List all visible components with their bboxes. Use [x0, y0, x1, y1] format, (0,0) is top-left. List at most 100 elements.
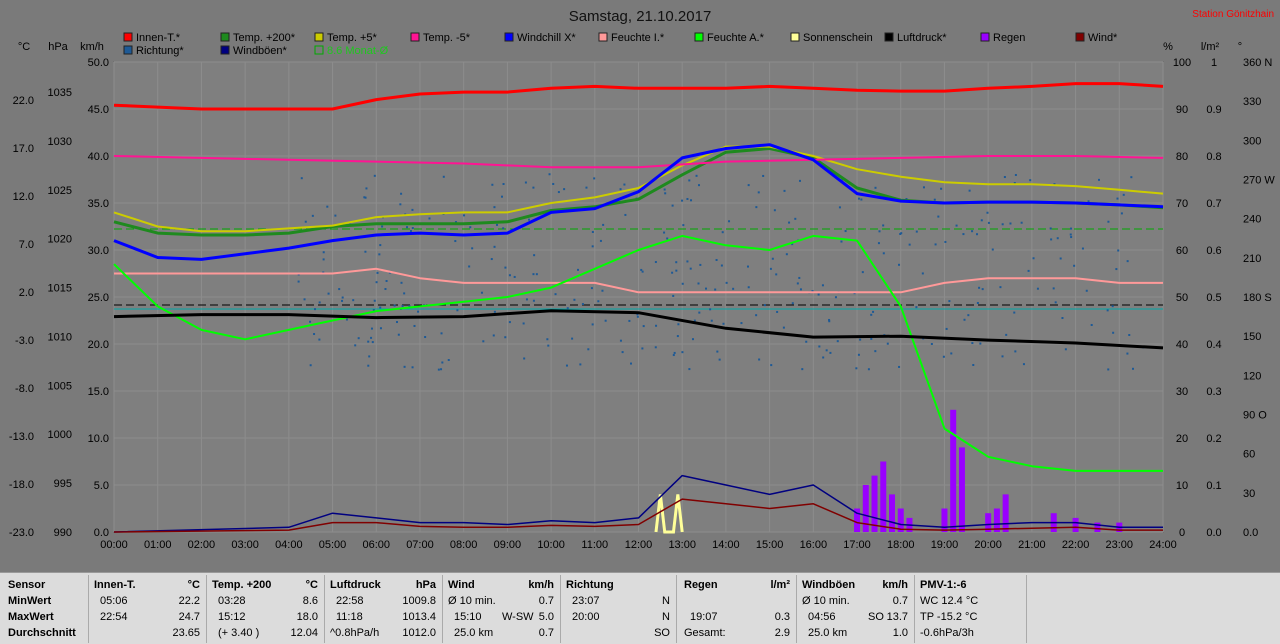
- direction-point: [755, 206, 758, 209]
- direction-point: [490, 258, 493, 261]
- humidity-tick-label: 10: [1176, 480, 1188, 492]
- direction-point: [676, 335, 679, 338]
- direction-point: [364, 250, 367, 253]
- direction-point: [493, 310, 496, 313]
- direction-point: [400, 192, 403, 195]
- direction-point: [686, 260, 689, 263]
- direction-point: [986, 211, 989, 214]
- direction-point: [1116, 197, 1119, 200]
- direction-point: [937, 215, 940, 218]
- legend-label: Innen-T.*: [136, 32, 181, 44]
- direction-point: [950, 352, 953, 355]
- stats-boeen-unit: km/h: [882, 579, 908, 591]
- stats-temp200-max-val: 18.0: [296, 611, 318, 623]
- legend-swatch: [123, 45, 133, 55]
- direction-point: [535, 273, 538, 276]
- direction-tick-label: 60: [1243, 449, 1255, 461]
- direction-point: [821, 284, 824, 287]
- direction-point: [836, 340, 839, 343]
- direction-point: [672, 354, 675, 357]
- stats-pmv-trend: -0.6hPa/3h: [920, 627, 974, 639]
- direction-point: [944, 240, 947, 243]
- legend-label: Temp. +5*: [327, 32, 378, 44]
- direction-point: [437, 368, 440, 371]
- direction-point: [757, 191, 760, 194]
- wind-tick-label: 50.0: [88, 57, 109, 69]
- stats-wind-km: 25.0 km: [454, 627, 494, 639]
- pressure-tick-label: 990: [54, 527, 72, 539]
- direction-point: [688, 179, 691, 182]
- direction-point: [334, 214, 337, 217]
- direction-point: [979, 342, 982, 345]
- unit-celsius: °C: [18, 41, 30, 53]
- stats-pmv-tp: TP -15.2 °C: [920, 611, 978, 623]
- direction-point: [1128, 334, 1131, 337]
- stats-boeen-km: 25.0 km: [808, 627, 848, 639]
- direction-point: [921, 272, 924, 275]
- stats-innen-min-time: 05:06: [100, 595, 128, 607]
- stats-luftdruck-header: Luftdruck: [330, 579, 381, 591]
- pressure-tick-label: 1005: [48, 380, 72, 392]
- pressure-tick-label: 1015: [48, 283, 72, 295]
- direction-point: [922, 186, 925, 189]
- humidity-tick-label: 30: [1176, 386, 1188, 398]
- direction-point: [628, 319, 631, 322]
- direction-point: [601, 289, 604, 292]
- pressure-tick-label: 1020: [48, 234, 72, 246]
- direction-point: [672, 294, 675, 297]
- direction-point: [411, 208, 414, 211]
- direction-point: [1014, 173, 1017, 176]
- x-tick-label: 04:00: [275, 539, 303, 551]
- chart-title: Samstag, 21.10.2017: [569, 8, 712, 25]
- direction-point: [716, 350, 719, 353]
- direction-point: [978, 286, 981, 289]
- stats-boeen-avg10: Ø 10 min.: [802, 595, 850, 607]
- direction-point: [326, 205, 329, 208]
- direction-tick-label: 0.0: [1243, 527, 1258, 539]
- direction-point: [773, 209, 776, 212]
- direction-point: [882, 224, 885, 227]
- direction-point: [695, 174, 698, 177]
- direction-point: [602, 223, 605, 226]
- direction-point: [886, 342, 889, 345]
- direction-point: [641, 347, 644, 350]
- direction-point: [563, 188, 566, 191]
- legend-swatch: [980, 32, 990, 42]
- direction-point: [528, 218, 531, 221]
- direction-point: [728, 220, 731, 223]
- wind-tick-label: 0.0: [94, 527, 109, 539]
- direction-point: [822, 356, 825, 359]
- direction-point: [504, 336, 507, 339]
- direction-point: [829, 351, 832, 354]
- temp-tick-label: 22.0: [13, 95, 34, 107]
- direction-point: [898, 365, 901, 368]
- stats-pmv: PMV-1:-6 WC 12.4 °C TP -15.2 °C -0.6hPa/…: [920, 577, 1020, 641]
- direction-point: [619, 339, 622, 342]
- direction-point: [981, 288, 984, 291]
- direction-point: [725, 281, 728, 284]
- direction-point: [440, 368, 443, 371]
- stats-boeen-max-val: 13.7: [886, 611, 908, 623]
- direction-point: [840, 240, 843, 243]
- direction-tick-label: 30: [1243, 488, 1255, 500]
- direction-point: [493, 245, 496, 248]
- direction-point: [513, 275, 516, 278]
- x-tick-label: 16:00: [800, 539, 828, 551]
- pressure-tick-label: 995: [54, 478, 72, 490]
- pressure-tick-label: 1035: [48, 87, 72, 99]
- direction-point: [1085, 289, 1088, 292]
- direction-point: [1069, 233, 1072, 236]
- legend-label: Luftdruck*: [897, 32, 947, 44]
- rain-tick-label: 0.9: [1206, 104, 1221, 116]
- direction-point: [624, 213, 627, 216]
- direction-point: [496, 223, 499, 226]
- direction-point: [844, 230, 847, 233]
- direction-point: [1014, 350, 1017, 353]
- direction-point: [413, 324, 416, 327]
- legend-swatch: [123, 32, 133, 42]
- direction-point: [304, 220, 307, 223]
- rain-tick-label: 0.4: [1206, 339, 1221, 351]
- direction-point: [403, 365, 406, 368]
- direction-point: [636, 315, 639, 318]
- direction-point: [673, 351, 676, 354]
